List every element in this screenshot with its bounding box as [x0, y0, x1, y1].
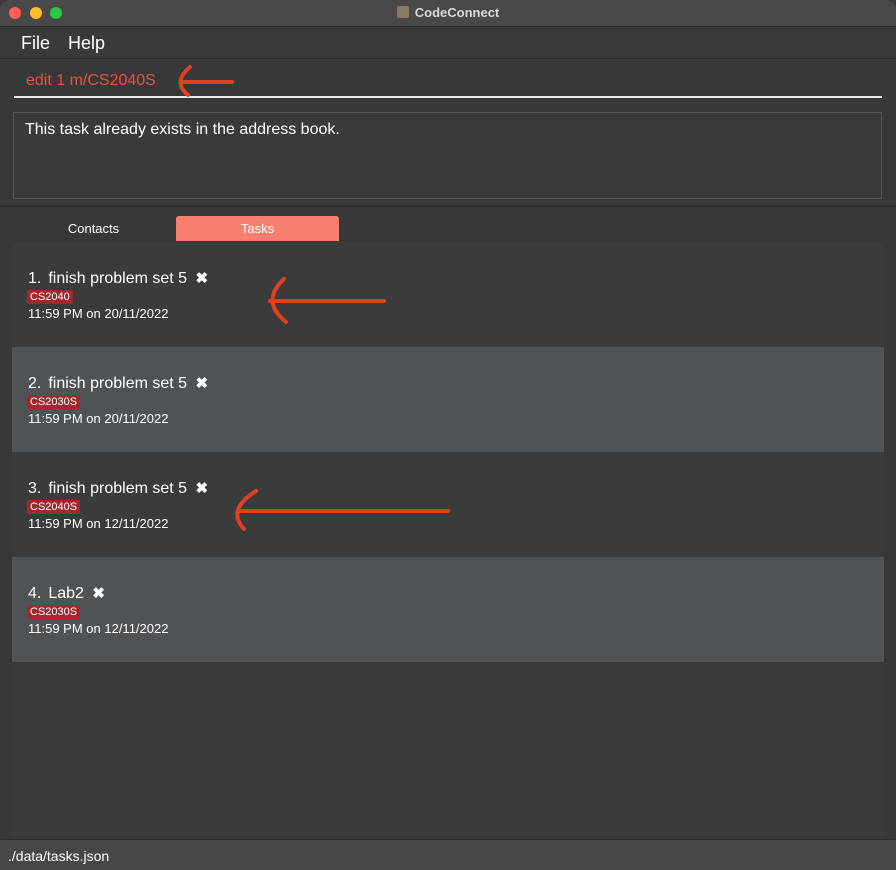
task-title: 1. finish problem set 5 ✖ — [28, 269, 208, 288]
x-mark-icon: ✖ — [195, 375, 209, 392]
command-input[interactable] — [14, 66, 882, 98]
task-deadline: 11:59 PM on 12/11/2022 — [28, 516, 169, 531]
task-deadline: 11:59 PM on 20/11/2022 — [28, 411, 169, 426]
x-mark-icon: ✖ — [92, 585, 105, 602]
app-icon — [396, 6, 409, 18]
task-deadline: 11:59 PM on 20/11/2022 — [28, 306, 169, 321]
module-tag: CS2030S — [27, 605, 81, 619]
task-title: 4. Lab2 ✖ — [28, 584, 105, 603]
task-index: 4. — [28, 585, 42, 602]
task-card[interactable]: 3. finish problem set 5 ✖ CS2040S 11:59 P… — [12, 452, 884, 557]
menu-help[interactable]: Help — [68, 33, 105, 54]
task-name: finish problem set 5 — [48, 270, 188, 287]
menu-bar: File Help — [0, 27, 896, 59]
tab-tasks[interactable]: Tasks — [176, 216, 339, 241]
module-tag: CS2040S — [27, 500, 81, 514]
window-title-text: CodeConnect — [414, 5, 500, 20]
result-message: This task already exists in the address … — [25, 121, 340, 138]
tab-contacts[interactable]: Contacts — [12, 216, 175, 241]
task-deadline: 11:59 PM on 12/11/2022 — [28, 621, 169, 636]
module-tag: CS2040 — [27, 290, 73, 304]
title-bar: CodeConnect — [0, 0, 896, 27]
task-index: 1. — [28, 270, 42, 287]
window-title: CodeConnect — [0, 0, 896, 26]
result-display: This task already exists in the address … — [13, 112, 882, 199]
x-mark-icon: ✖ — [195, 480, 209, 497]
task-title: 3. finish problem set 5 ✖ — [28, 479, 208, 498]
task-name: Lab2 — [48, 585, 84, 602]
module-tag: CS2030S — [27, 395, 81, 409]
task-index: 2. — [28, 375, 42, 392]
task-card[interactable]: 4. Lab2 ✖ CS2030S 11:59 PM on 12/11/2022 — [12, 557, 884, 662]
menu-file[interactable]: File — [21, 33, 50, 54]
x-mark-icon: ✖ — [195, 270, 209, 287]
task-name: finish problem set 5 — [48, 480, 188, 497]
status-bar: ./data/tasks.json — [0, 839, 896, 870]
task-index: 3. — [28, 480, 42, 497]
task-card[interactable]: 2. finish problem set 5 ✖ CS2030S 11:59 P… — [12, 347, 884, 452]
task-list: 1. finish problem set 5 ✖ CS2040 11:59 PM… — [12, 242, 884, 837]
task-card[interactable]: 1. finish problem set 5 ✖ CS2040 11:59 PM… — [12, 242, 884, 347]
app-window: CodeConnect File Help This task already … — [0, 0, 896, 870]
divider — [0, 205, 896, 207]
task-title: 2. finish problem set 5 ✖ — [28, 374, 208, 393]
task-name: finish problem set 5 — [48, 375, 188, 392]
data-file-path: ./data/tasks.json — [8, 848, 110, 864]
